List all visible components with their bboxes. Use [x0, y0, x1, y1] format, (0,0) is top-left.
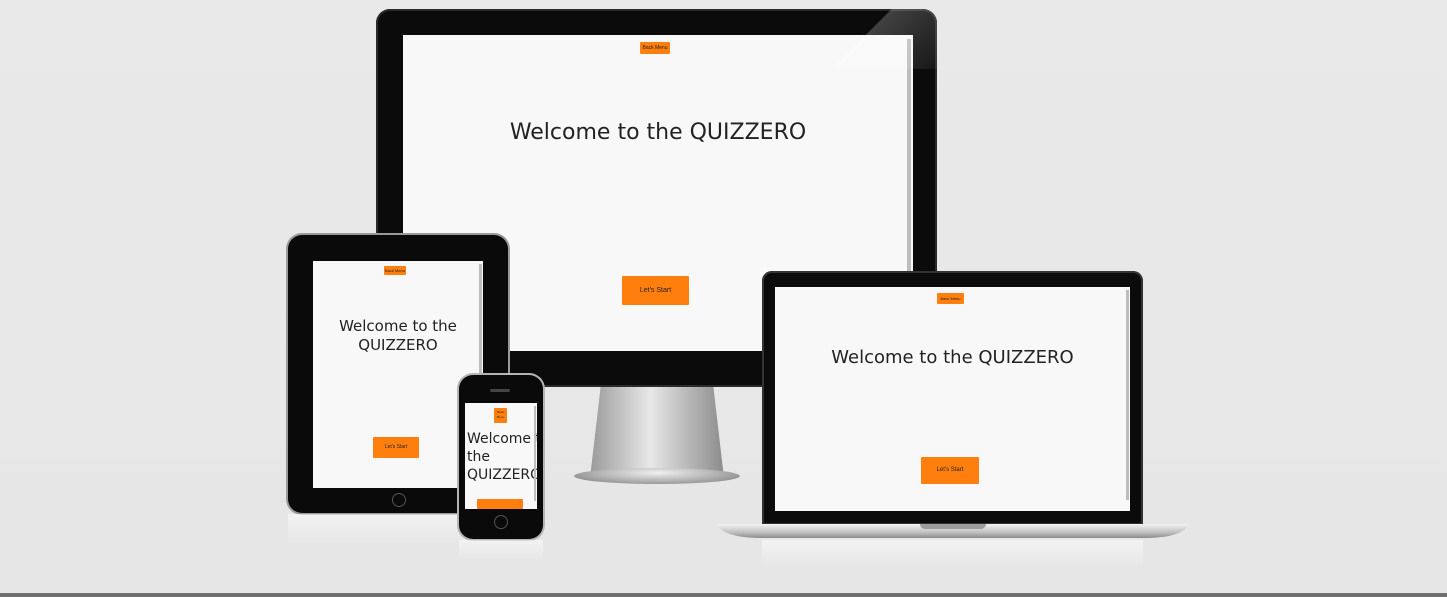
lets-start-button[interactable]: Let's Start: [622, 276, 689, 305]
page-title: Welcome to the QUIZZERO: [467, 431, 537, 483]
scrollbar[interactable]: [1126, 290, 1129, 500]
page-title: Welcome to the QUIZZERO: [509, 120, 807, 145]
scrollbar[interactable]: [534, 406, 536, 501]
lets-start-button[interactable]: Let's Start: [477, 499, 523, 509]
laptop-notch: [920, 524, 986, 529]
lets-start-button[interactable]: Let's Start: [921, 457, 979, 484]
back-menu-button[interactable]: Back Menu: [384, 266, 406, 275]
phone-reflection: [459, 540, 543, 560]
page-title: Welcome to the QUIZZERO: [339, 317, 457, 354]
monitor-base: [574, 468, 740, 484]
page-title: Welcome to the QUIZZERO: [831, 347, 1074, 368]
laptop-reflection: [762, 540, 1143, 568]
home-button-icon: [494, 515, 508, 529]
lets-start-button[interactable]: Let's Start: [373, 437, 419, 458]
laptop-screen: Back Menu Welcome to the QUIZZERO Let's …: [775, 287, 1130, 511]
phone-screen: Back Menu Welcome to the QUIZZERO Let's …: [465, 403, 537, 509]
screen-glare: [820, 9, 937, 69]
back-menu-button[interactable]: Back Menu: [937, 293, 964, 304]
monitor-stand: [590, 386, 724, 478]
speaker-grille: [490, 389, 510, 392]
back-menu-button[interactable]: Back Menu: [494, 408, 507, 423]
home-button-icon: [392, 493, 406, 507]
bottom-border: [0, 593, 1447, 597]
back-menu-button[interactable]: Back Menu: [640, 42, 670, 54]
tablet-screen: Back Menu Welcome to the QUIZZERO Let's …: [313, 261, 483, 488]
